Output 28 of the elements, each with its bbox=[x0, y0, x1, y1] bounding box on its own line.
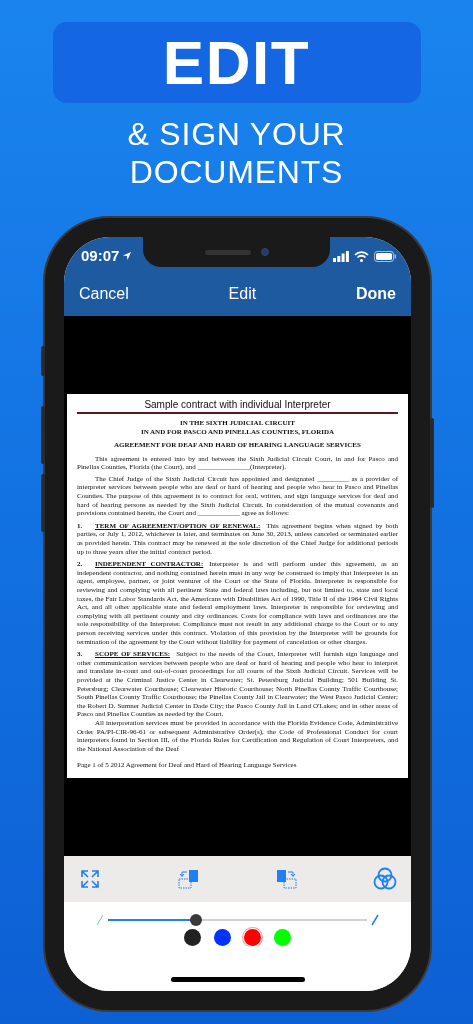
color-swatch[interactable] bbox=[214, 929, 231, 946]
thin-pen-icon bbox=[96, 914, 104, 926]
thick-pen-icon bbox=[371, 914, 379, 926]
filters-button[interactable] bbox=[373, 867, 397, 891]
color-swatch[interactable] bbox=[244, 929, 261, 946]
status-time: 09:07 bbox=[81, 245, 120, 266]
subtitle-line: DOCUMENTS bbox=[129, 153, 344, 191]
title-banner: EDIT bbox=[52, 22, 421, 103]
color-swatch[interactable] bbox=[184, 929, 201, 946]
battery-icon bbox=[374, 250, 397, 262]
rotate-button[interactable] bbox=[176, 867, 201, 891]
rotate-button[interactable] bbox=[274, 867, 299, 891]
slider-thumb[interactable] bbox=[190, 914, 203, 926]
expand-icon bbox=[80, 869, 100, 889]
speaker-grille bbox=[204, 249, 251, 255]
done-button[interactable]: Done bbox=[356, 281, 396, 306]
signal-icon bbox=[333, 250, 349, 262]
nav-title: Edit bbox=[228, 283, 257, 304]
document-title: Sample contract with individual Interpreter bbox=[77, 397, 398, 414]
subtitle-line: & SIGN YOUR bbox=[127, 115, 346, 153]
rotate-left-icon bbox=[178, 869, 199, 889]
rotate-right-icon bbox=[276, 869, 297, 889]
location-arrow-icon bbox=[122, 251, 133, 261]
wifi-icon bbox=[354, 250, 369, 262]
fit-button[interactable] bbox=[78, 867, 102, 891]
overlapping-circles-icon bbox=[373, 867, 397, 891]
color-swatch[interactable] bbox=[274, 929, 291, 946]
cancel-button[interactable]: Cancel bbox=[79, 281, 129, 306]
